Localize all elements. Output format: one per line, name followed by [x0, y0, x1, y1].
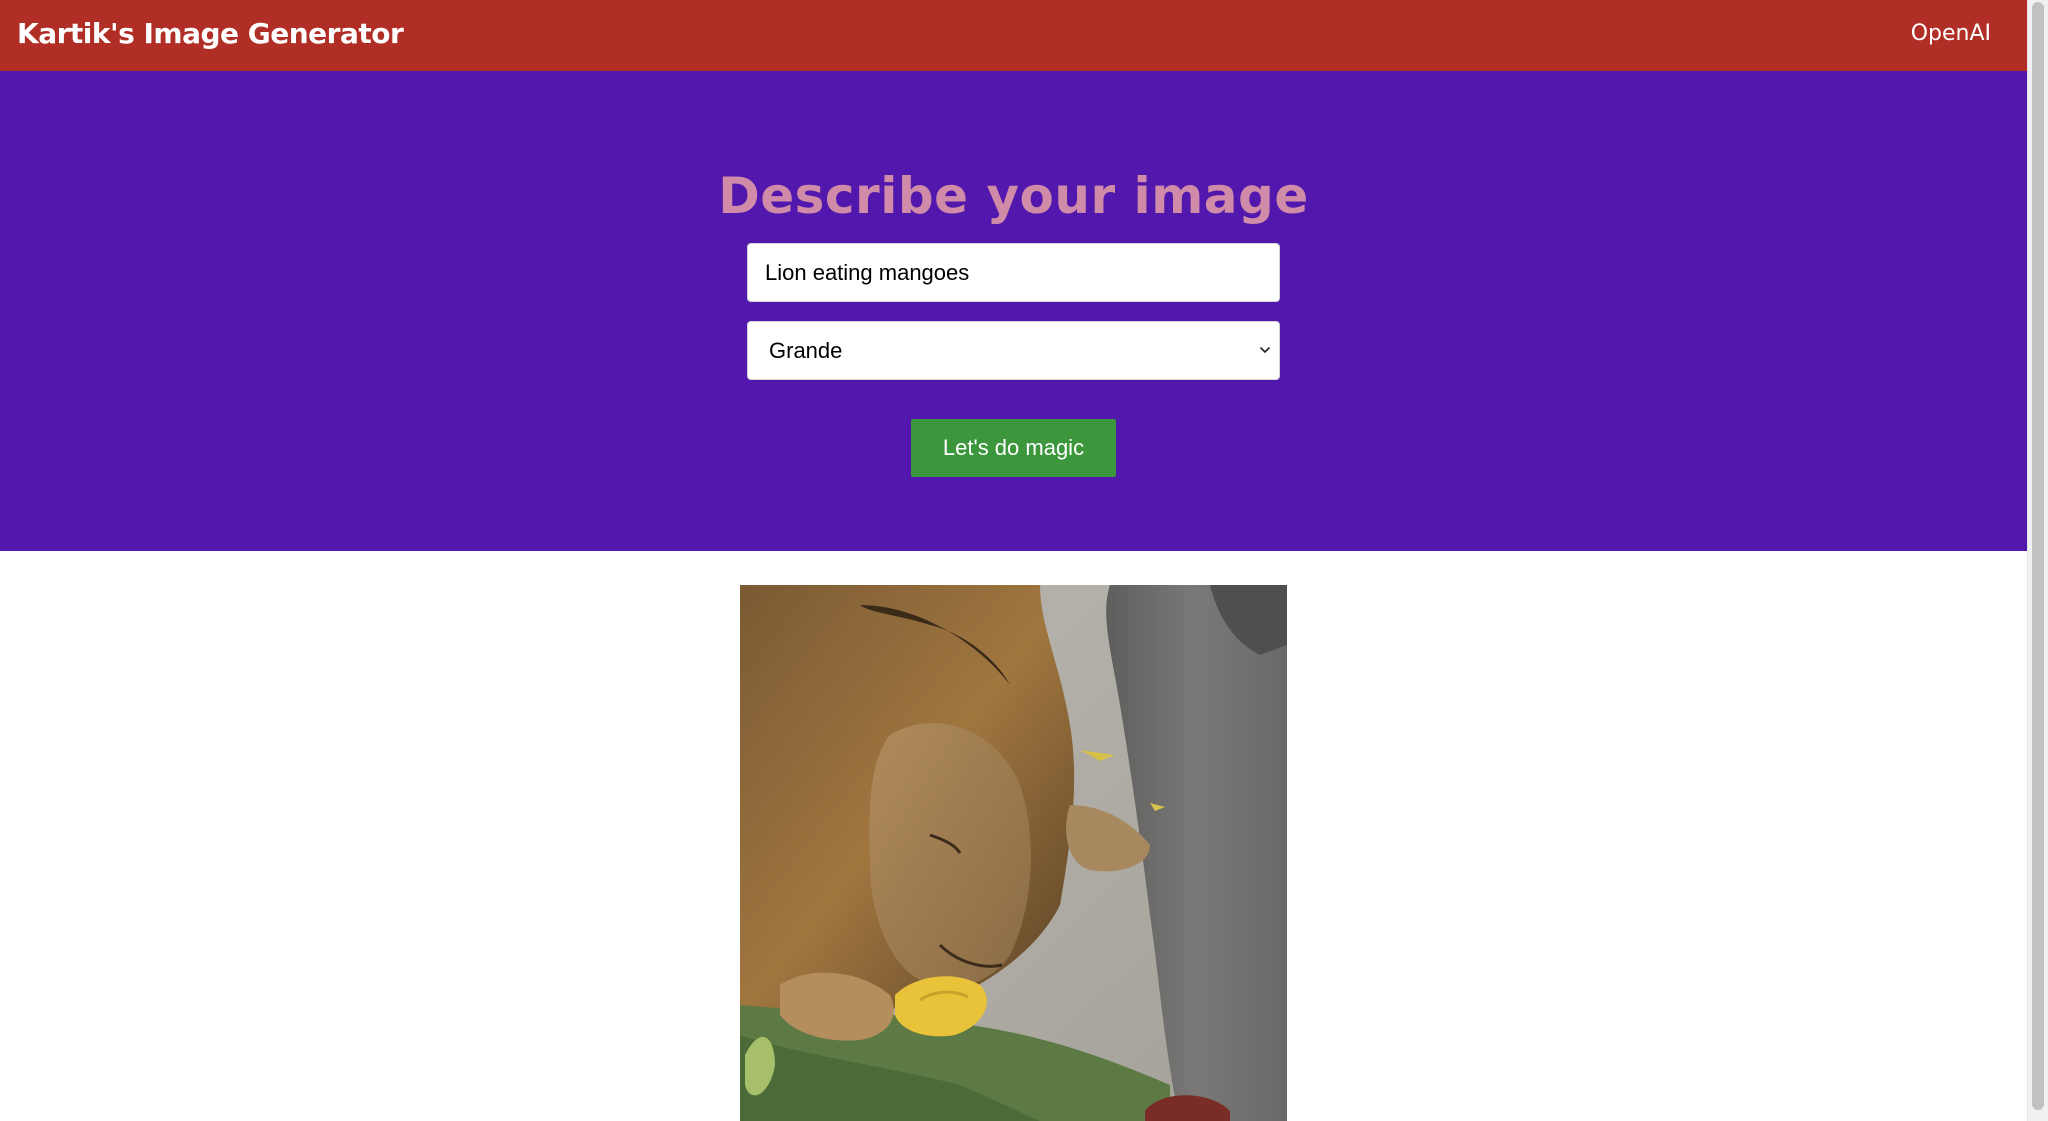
page: Kartik's Image Generator OpenAI Describe… — [0, 0, 2048, 1121]
generated-image — [740, 585, 1287, 1121]
brand-title[interactable]: Kartik's Image Generator — [17, 13, 404, 55]
scrollbar-thumb[interactable] — [2032, 2, 2044, 1110]
generated-image-illustration — [740, 585, 1287, 1121]
size-select-value: Grande — [769, 338, 843, 363]
hero-section: Describe your image Grande Let's do magi… — [0, 71, 2027, 551]
navbar: Kartik's Image Generator OpenAI — [0, 0, 2027, 71]
openai-link[interactable]: OpenAI — [1911, 16, 1991, 52]
prompt-input[interactable] — [747, 243, 1280, 302]
size-select[interactable]: Grande — [747, 321, 1280, 380]
page-title: Describe your image — [718, 167, 1309, 225]
scrollbar[interactable] — [2027, 0, 2048, 1121]
generate-button[interactable]: Let's do magic — [911, 419, 1116, 477]
chevron-down-icon — [1260, 347, 1270, 353]
